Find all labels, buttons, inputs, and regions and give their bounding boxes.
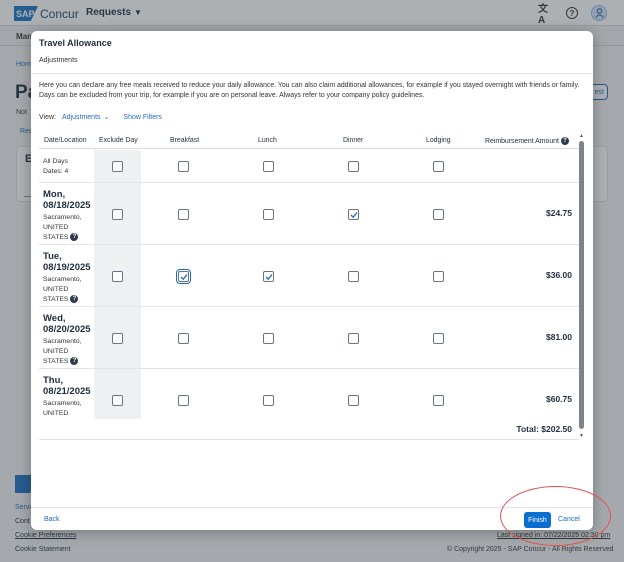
divider bbox=[31, 73, 593, 74]
row-country-line2: STATES? bbox=[43, 357, 91, 367]
column-header-breakfast: Breakfast bbox=[170, 137, 200, 144]
help-icon[interactable]: ? bbox=[560, 137, 569, 145]
breakfast-checkbox[interactable] bbox=[178, 209, 189, 220]
reimbursement-amount: $24.75 bbox=[546, 208, 572, 218]
view-dropdown-value: Adjustments bbox=[62, 113, 101, 121]
reimbursement-amount: $81.00 bbox=[546, 332, 572, 342]
row-country: UNITED bbox=[43, 348, 69, 355]
column-header-amount: Reimbursement Amount? bbox=[485, 137, 569, 145]
row-date: 08/21/2025 bbox=[43, 386, 91, 397]
lunch-checkbox[interactable] bbox=[263, 271, 274, 282]
all-lodging-checkbox[interactable] bbox=[433, 161, 444, 172]
column-header-date: Date/Location bbox=[44, 137, 87, 144]
row-city: Sacramento, bbox=[43, 400, 82, 407]
lodging-checkbox[interactable] bbox=[433, 333, 444, 344]
row-day: Thu, bbox=[43, 375, 64, 386]
row-day: Wed, bbox=[43, 313, 66, 324]
exclude-checkbox[interactable] bbox=[112, 271, 123, 282]
breakfast-checkbox[interactable] bbox=[176, 269, 191, 284]
dialog-title: Travel Allowance bbox=[39, 38, 112, 48]
all-days-count: Dates: 4 bbox=[43, 168, 69, 175]
travel-allowance-dialog: Travel Allowance Adjustments Here you ca… bbox=[31, 31, 593, 530]
row-country-suffix: STATES bbox=[43, 234, 69, 241]
row-day: Mon, bbox=[43, 189, 66, 200]
allowance-table: Date/Location Exclude Day Breakfast Lunc… bbox=[39, 133, 579, 440]
exclude-checkbox[interactable] bbox=[112, 333, 123, 344]
exclude-checkbox[interactable] bbox=[112, 209, 123, 220]
annotation-circle bbox=[500, 486, 611, 546]
row-country: UNITED bbox=[43, 286, 69, 293]
dinner-checkbox[interactable] bbox=[348, 333, 359, 344]
date-location-cell: Mon, 08/18/2025 Sacramento, UNITED STATES? bbox=[43, 189, 91, 243]
row-country-line2: STATES? bbox=[43, 233, 91, 243]
all-dinner-checkbox[interactable] bbox=[348, 161, 359, 172]
row-date: 08/20/2025 bbox=[43, 324, 91, 335]
exclude-checkbox[interactable] bbox=[112, 395, 123, 406]
row-date: 08/19/2025 bbox=[43, 262, 91, 273]
row-day: Tue, bbox=[43, 251, 62, 262]
dinner-checkbox[interactable] bbox=[348, 395, 359, 406]
column-header-lodging: Lodging bbox=[426, 137, 451, 144]
all-days-row: All Days Dates: 4 bbox=[39, 150, 579, 183]
lunch-checkbox[interactable] bbox=[263, 333, 274, 344]
back-button[interactable]: Back bbox=[44, 516, 60, 523]
lunch-checkbox[interactable] bbox=[263, 395, 274, 406]
row-city: Sacramento, bbox=[43, 214, 82, 221]
table-scrollbar[interactable]: ▲ ▼ bbox=[578, 133, 585, 439]
total-amount: Total: $202.50 bbox=[516, 424, 572, 434]
help-icon[interactable]: ? bbox=[70, 295, 79, 304]
column-header-lunch: Lunch bbox=[258, 137, 277, 144]
dinner-checkbox[interactable] bbox=[348, 209, 359, 220]
table-row: Tue, 08/19/2025 Sacramento, UNITED STATES? $3… bbox=[39, 246, 579, 307]
row-country: UNITED bbox=[43, 224, 69, 231]
all-lunch-checkbox[interactable] bbox=[263, 161, 274, 172]
scrollbar-thumb[interactable] bbox=[579, 141, 584, 429]
show-filters-link[interactable]: Show Filters bbox=[123, 114, 162, 121]
column-header-dinner: Dinner bbox=[343, 137, 364, 144]
reimbursement-amount: $36.00 bbox=[546, 270, 572, 280]
breakfast-checkbox[interactable] bbox=[178, 395, 189, 406]
row-country-suffix: STATES bbox=[43, 358, 69, 365]
column-header-exclude: Exclude Day bbox=[99, 137, 138, 144]
scroll-down-icon[interactable]: ▼ bbox=[578, 433, 585, 439]
dinner-checkbox[interactable] bbox=[348, 271, 359, 282]
row-city: Sacramento, bbox=[43, 276, 82, 283]
row-date: 08/18/2025 bbox=[43, 200, 91, 211]
view-dropdown[interactable]: Adjustments ⌄ bbox=[62, 113, 110, 122]
scroll-up-icon[interactable]: ▲ bbox=[578, 133, 585, 139]
all-days-cell: All Days Dates: 4 bbox=[43, 157, 68, 177]
dialog-description: Here you can declare any free meals rece… bbox=[39, 82, 580, 99]
lunch-checkbox[interactable] bbox=[263, 209, 274, 220]
row-country-line2: STATES? bbox=[43, 295, 91, 305]
row-country-suffix: STATES bbox=[43, 296, 69, 303]
help-icon[interactable]: ? bbox=[70, 233, 79, 242]
lodging-checkbox[interactable] bbox=[433, 271, 444, 282]
table-row: Wed, 08/20/2025 Sacramento, UNITED STATES? $8… bbox=[39, 308, 579, 369]
breakfast-checkbox[interactable] bbox=[178, 333, 189, 344]
all-days-label: All Days bbox=[43, 158, 68, 165]
table-header: Date/Location Exclude Day Breakfast Lunc… bbox=[39, 133, 579, 149]
reimbursement-amount: $60.75 bbox=[546, 394, 572, 404]
row-country: UNITED bbox=[43, 410, 69, 417]
lodging-checkbox[interactable] bbox=[433, 209, 444, 220]
column-header-amount-label: Reimbursement Amount bbox=[485, 137, 559, 145]
table-row: Mon, 08/18/2025 Sacramento, UNITED STATES? $2… bbox=[39, 184, 579, 245]
lodging-checkbox[interactable] bbox=[433, 395, 444, 406]
help-icon[interactable]: ? bbox=[70, 357, 79, 366]
total-row: Total: $202.50 bbox=[39, 419, 579, 440]
view-label: View: bbox=[39, 113, 56, 121]
date-location-cell: Tue, 08/19/2025 Sacramento, UNITED STATES? bbox=[43, 251, 91, 305]
all-breakfast-checkbox[interactable] bbox=[178, 161, 189, 172]
row-city: Sacramento, bbox=[43, 338, 82, 345]
all-exclude-checkbox[interactable] bbox=[112, 161, 123, 172]
view-row: View: Adjustments ⌄ Show Filters bbox=[39, 113, 162, 122]
chevron-down-icon: ⌄ bbox=[103, 114, 110, 121]
date-location-cell: Wed, 08/20/2025 Sacramento, UNITED STATES? bbox=[43, 313, 91, 367]
dialog-subtitle: Adjustments bbox=[39, 57, 78, 64]
